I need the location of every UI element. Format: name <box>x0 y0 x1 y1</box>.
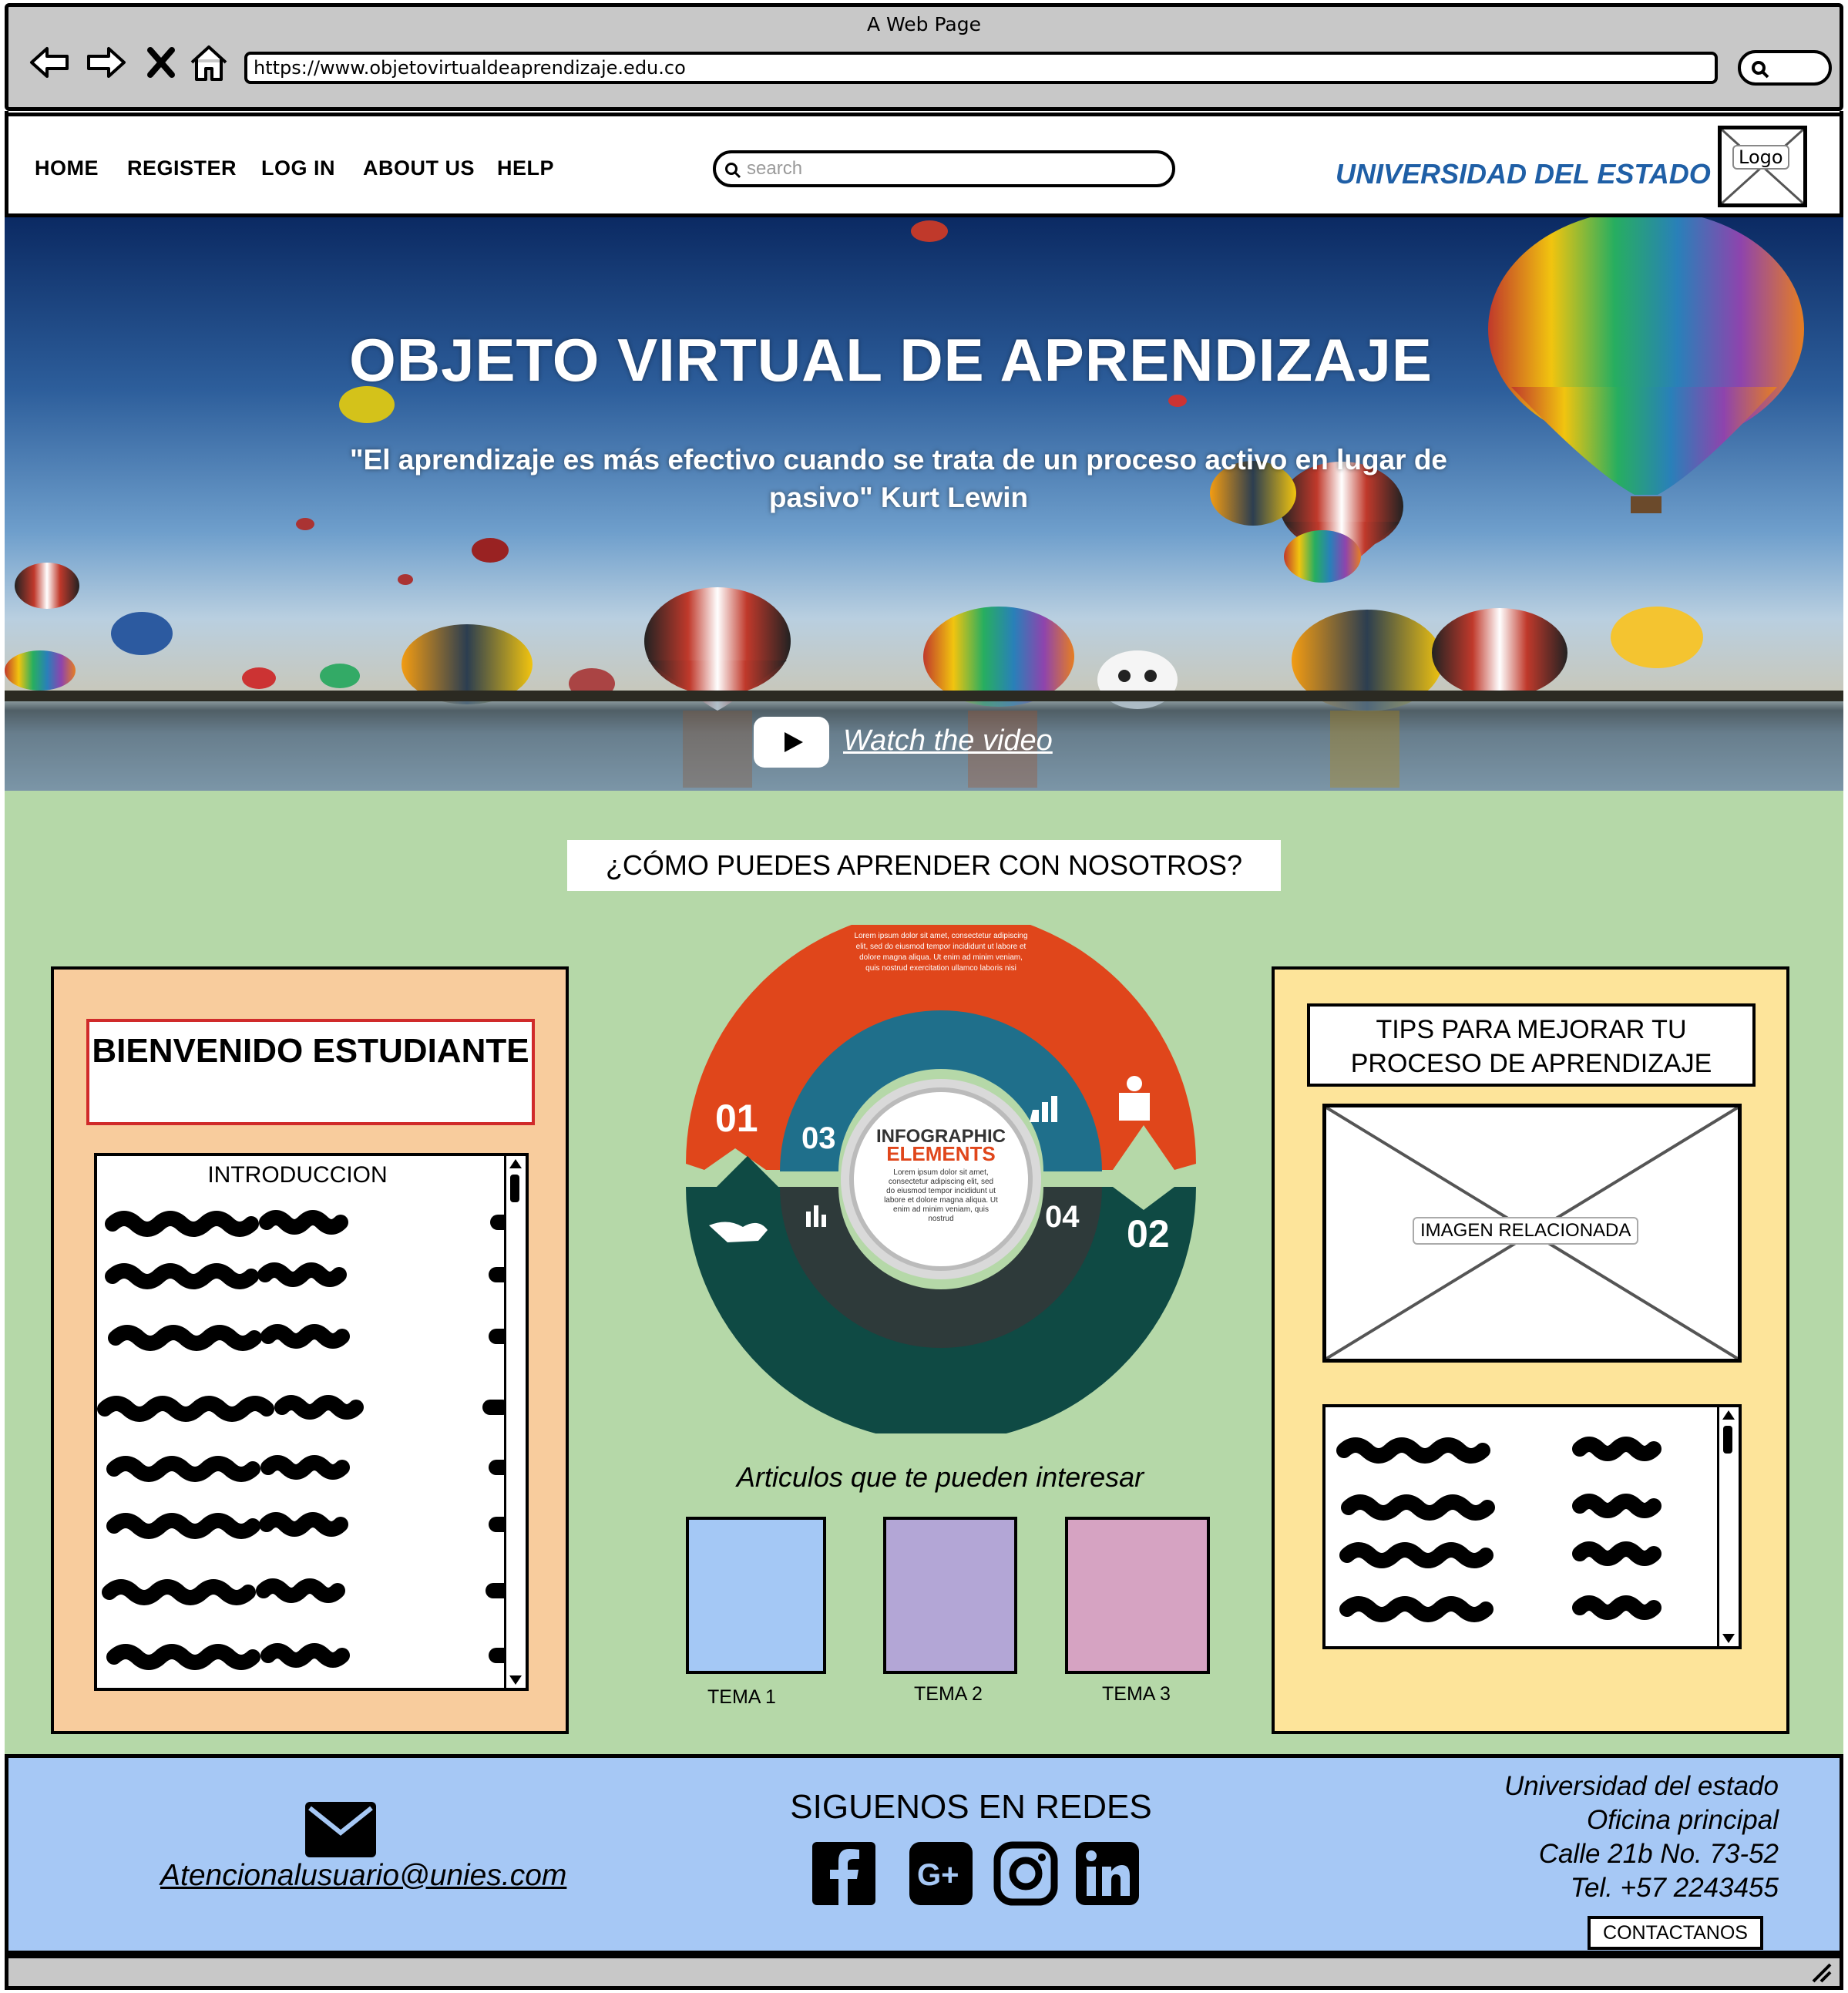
logo-placeholder[interactable]: Logo <box>1718 126 1807 207</box>
close-x-icon[interactable] <box>144 41 178 84</box>
search-icon <box>1752 61 1769 79</box>
instagram-icon[interactable] <box>993 1840 1059 1907</box>
section-title: ¿CÓMO PUEDES APRENDER CON NOSOTROS? <box>567 840 1281 891</box>
resize-handle-icon[interactable] <box>1807 1958 1833 1985</box>
site-search[interactable] <box>713 150 1175 187</box>
infographic-top-text: Lorem ipsum dolor sit amet, consectetur … <box>854 932 1028 973</box>
contact-button[interactable]: CONTACTANOS <box>1588 1916 1763 1950</box>
contact-email-link[interactable]: Atencionalusuario@unies.com <box>160 1859 566 1893</box>
logo-label: Logo <box>1732 145 1789 170</box>
google-plus-icon[interactable]: G+ <box>908 1840 974 1907</box>
window-title: A Web Page <box>866 13 982 35</box>
svg-text:G+: G+ <box>917 1858 959 1892</box>
infographic-center-text: Lorem ipsum dolor sit amet, consectetur … <box>884 1168 998 1223</box>
nav-about-us[interactable]: ABOUT US <box>363 156 475 180</box>
address-line: Oficina principal <box>1587 1805 1779 1835</box>
watch-video-link[interactable]: Watch the video <box>843 724 1053 758</box>
scrollbar[interactable] <box>1717 1407 1739 1646</box>
hero-quote: "El aprendizaje es más efectivo cuando s… <box>349 444 1447 513</box>
nav-login[interactable]: LOG IN <box>261 156 335 180</box>
infographic-number-04: 04 <box>1045 1200 1080 1234</box>
scrollbar[interactable] <box>504 1156 526 1688</box>
url-bar[interactable]: https://www.objetovirtualdeaprendizaje.e… <box>244 52 1718 84</box>
nav-help[interactable]: HELP <box>497 156 554 180</box>
article-label-tema-1[interactable]: TEMA 1 <box>707 1686 776 1709</box>
social-title: SIGUENOS EN REDES <box>790 1788 1152 1826</box>
search-input[interactable] <box>747 156 1163 181</box>
back-arrow-icon[interactable] <box>29 41 72 84</box>
address-line: Universidad del estado <box>1504 1771 1779 1801</box>
article-card-tema-2[interactable] <box>883 1517 1017 1674</box>
hero-banner: OBJETO VIRTUAL DE APRENDIZAJE "El aprend… <box>5 217 1843 791</box>
site-header: HOME REGISTER LOG IN ABOUT US HELP UNIVE… <box>5 113 1843 217</box>
facebook-icon[interactable] <box>811 1840 877 1907</box>
browser-search-field[interactable] <box>1738 50 1832 86</box>
university-name: UNIVERSIDAD DEL ESTADO <box>1336 158 1711 190</box>
introduction-text-box[interactable]: INTRODUCCION <box>94 1153 529 1691</box>
article-card-tema-1[interactable] <box>686 1517 826 1674</box>
home-icon[interactable] <box>187 41 230 84</box>
address-block: Universidad del estado Oficina principal… <box>1504 1770 1779 1905</box>
image-placeholder: IMAGEN RELACIONADA <box>1322 1104 1742 1363</box>
hero-title: OBJETO VIRTUAL DE APRENDIZAJE <box>349 326 1433 394</box>
tips-heading: TIPS PARA MEJORAR TU PROCESO DE APRENDIZ… <box>1307 1003 1756 1087</box>
forward-arrow-icon[interactable] <box>84 41 127 84</box>
image-placeholder-label: IMAGEN RELACIONADA <box>1413 1217 1639 1245</box>
infographic-title-line2: ELEMENTS <box>886 1142 996 1165</box>
tips-text-box[interactable] <box>1322 1404 1742 1649</box>
placeholder-text-scribbles <box>1336 1437 1662 1622</box>
search-icon <box>725 163 741 179</box>
infographic-number-03: 03 <box>801 1121 836 1155</box>
articles-title: Articulos que te pueden interesar <box>736 1461 1144 1493</box>
infographic-labels: 01 02 03 04 INFOGRAPHIC ELEMENTS Lorem i… <box>715 932 1170 1255</box>
infographic-number-01: 01 <box>715 1097 758 1140</box>
mail-icon <box>305 1802 376 1857</box>
article-label-tema-2[interactable]: TEMA 2 <box>914 1683 983 1706</box>
linkedin-icon[interactable] <box>1074 1840 1141 1907</box>
article-label-tema-3[interactable]: TEMA 3 <box>1102 1683 1171 1706</box>
nav-home[interactable]: HOME <box>35 156 99 180</box>
nav-register[interactable]: REGISTER <box>127 156 237 180</box>
article-card-tema-3[interactable] <box>1065 1517 1210 1674</box>
welcome-heading: BIENVENIDO ESTUDIANTE <box>86 1019 535 1125</box>
browser-window-chrome: A Web Page https://www.objetovirtualdeap… <box>5 3 1843 111</box>
infographic-number-02: 02 <box>1127 1212 1170 1255</box>
play-video-icon[interactable] <box>754 717 829 768</box>
address-line: Calle 21b No. 73-52 <box>1538 1839 1779 1869</box>
address-line: Tel. +57 2243455 <box>1570 1873 1779 1903</box>
placeholder-text-scribbles <box>97 1210 506 1670</box>
browser-status-bar <box>5 1954 1843 1990</box>
